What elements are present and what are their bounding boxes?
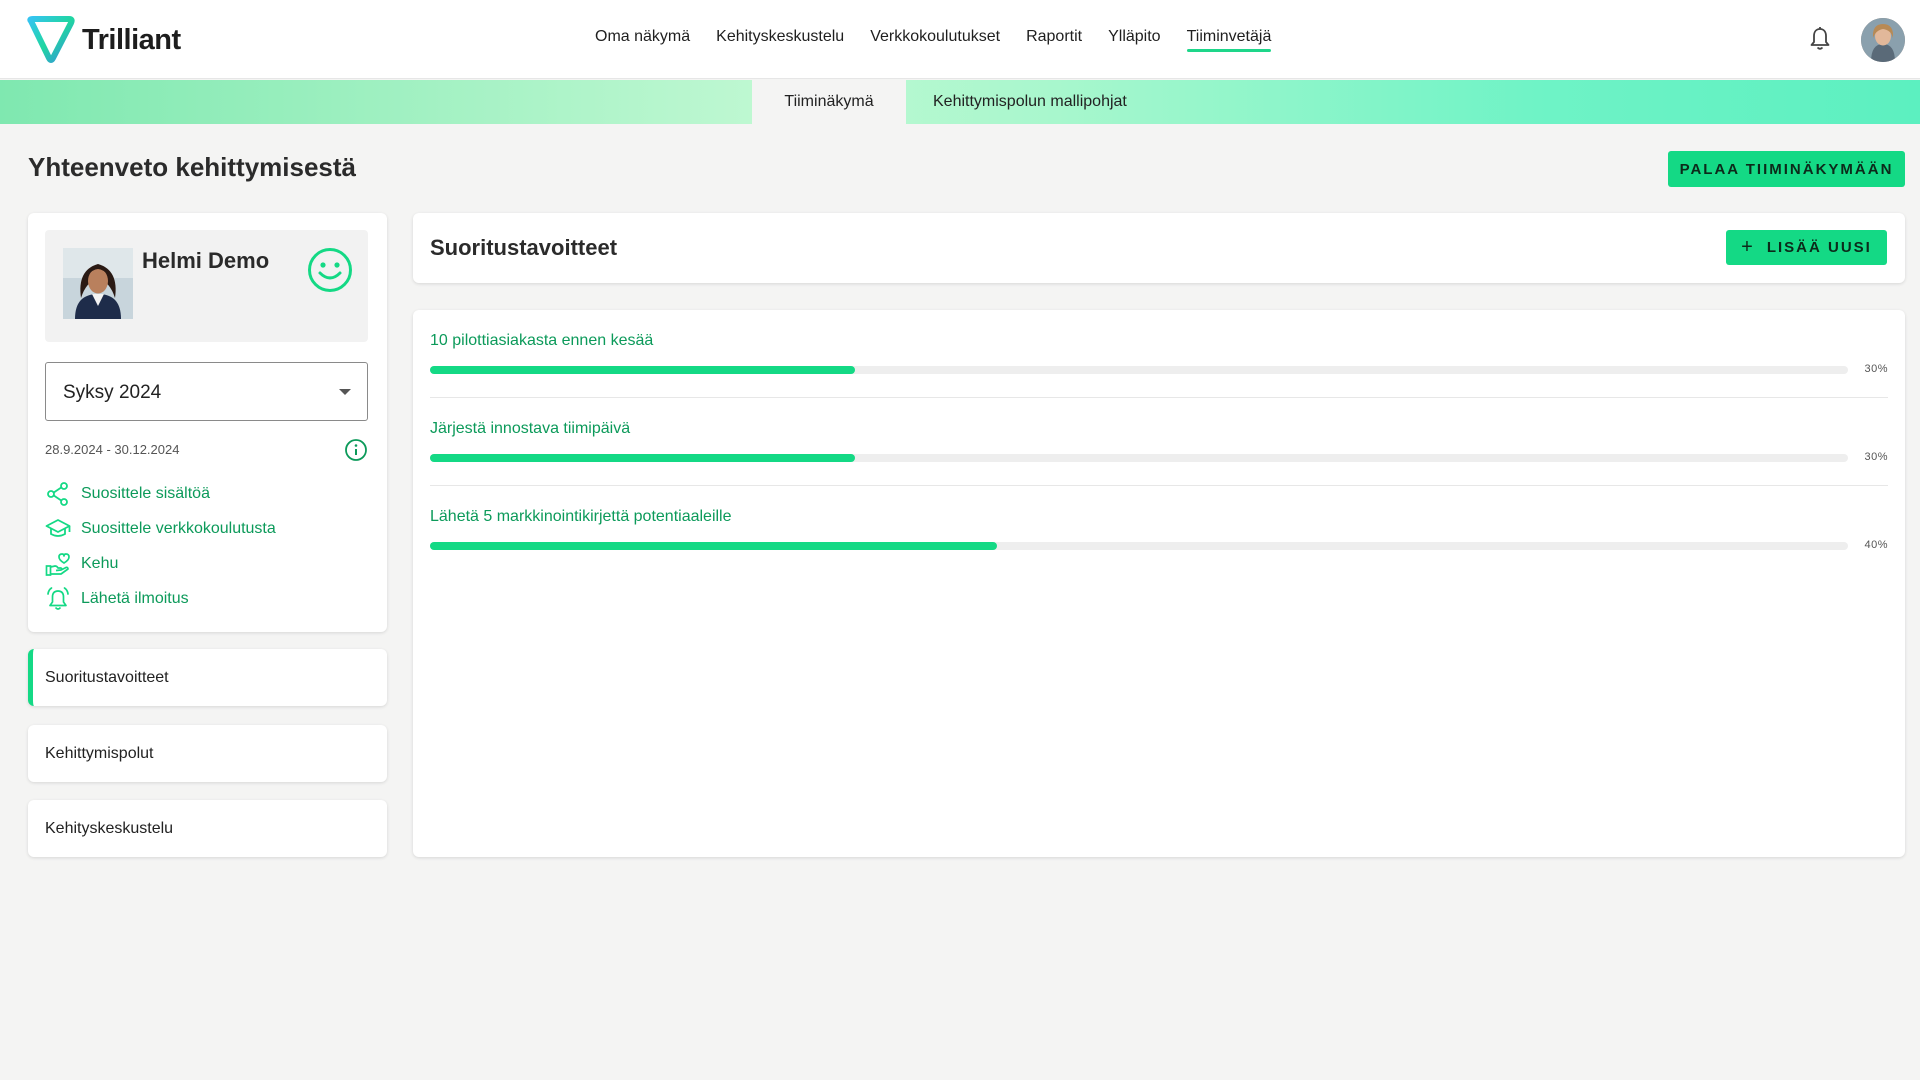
goal-progress-fill — [430, 366, 856, 374]
add-goal-button[interactable]: + LISÄÄ UUSI — [1726, 230, 1887, 265]
trilliant-logo[interactable]: Trilliant — [26, 16, 181, 64]
page-title: Yhteenveto kehittymisestä — [28, 152, 357, 182]
goal-title[interactable]: 10 pilottiasiakasta ennen kesää — [430, 332, 653, 350]
goal-progress-bar — [430, 366, 1848, 374]
send-notification-action[interactable]: Lähetä ilmoitus — [45, 586, 189, 612]
recommend-content-label: Suosittele sisältöä — [81, 485, 210, 502]
smiley-icon — [306, 246, 354, 299]
recommend-course-action[interactable]: Suosittele verkkokoulutusta — [45, 516, 276, 542]
caret-down-icon — [339, 389, 351, 395]
tab-tiiminakyma[interactable]: Tiiminäkymä — [752, 80, 906, 124]
profile-name: Helmi Demo — [142, 248, 270, 273]
profile-photo — [63, 248, 133, 319]
back-to-team-view-button[interactable]: PALAA TIIMINÄKYMÄÄN — [1668, 151, 1905, 187]
goal-progress-bar — [430, 542, 1848, 550]
goal-title[interactable]: Järjestä innostava tiimipäivä — [430, 420, 630, 438]
goals-list: 10 pilottiasiakasta ennen kesää 30% Järj… — [413, 310, 1905, 857]
goals-header-card: Suoritustavoitteet + LISÄÄ UUSI — [413, 213, 1905, 283]
nav-item-oma-nakyma[interactable]: Oma näkymä — [595, 28, 690, 52]
send-notification-label: Lähetä ilmoitus — [81, 590, 189, 607]
goal-progress-fill — [430, 454, 856, 462]
nav-item-yllapito[interactable]: Ylläpito — [1108, 28, 1160, 52]
goal-item: Järjestä innostava tiimipäivä 30% — [430, 398, 1888, 486]
period-select[interactable]: Syksy 2024 — [45, 362, 368, 421]
profile-summary: Helmi Demo — [45, 230, 368, 342]
hand-heart-icon — [45, 553, 70, 576]
praise-action[interactable]: Kehu — [45, 551, 118, 577]
recommend-content-action[interactable]: Suosittele sisältöä — [45, 481, 210, 507]
goal-progress-percent: 30% — [1864, 363, 1888, 375]
goal-item: 10 pilottiasiakasta ennen kesää 30% — [430, 310, 1888, 398]
praise-label: Kehu — [81, 555, 119, 572]
notification-bell-icon[interactable] — [1808, 26, 1832, 57]
goal-title[interactable]: Lähetä 5 markkinointikirjettä potentiaal… — [430, 508, 732, 526]
top-navigation-bar: Trilliant Oma näkymä Kehityskeskustelu V… — [0, 0, 1920, 79]
alarm-bell-icon — [47, 587, 69, 610]
side-menu-item-kehityskeskustelu[interactable]: Kehityskeskustelu — [28, 800, 387, 857]
goal-progress-bar — [430, 454, 1848, 462]
info-icon[interactable] — [344, 438, 368, 467]
nav-item-verkkokoulutukset[interactable]: Verkkokoulutukset — [870, 28, 1000, 52]
nav-item-kehityskeskustelu[interactable]: Kehityskeskustelu — [716, 28, 844, 52]
goal-progress-percent: 40% — [1864, 539, 1888, 551]
goals-section-title: Suoritustavoitteet — [430, 235, 618, 260]
share-icon — [47, 482, 68, 506]
goal-item: Lähetä 5 markkinointikirjettä potentiaal… — [430, 486, 1888, 574]
period-select-value: Syksy 2024 — [63, 382, 162, 403]
add-goal-label: LISÄÄ UUSI — [1766, 239, 1872, 256]
profile-card: Helmi Demo Syksy 2024 28.9.2024 - 30.12.… — [28, 213, 387, 632]
recommend-course-label: Suosittele verkkokoulutusta — [81, 520, 276, 537]
subnav-strip: Tiiminäkymä Kehittymispolun mallipohjat — [0, 80, 1920, 124]
user-avatar[interactable] — [1861, 18, 1905, 62]
graduation-cap-icon — [45, 519, 71, 537]
brand-name: Trilliant — [82, 23, 181, 56]
nav-item-tiiminvetaja[interactable]: Tiiminvetäjä — [1186, 28, 1271, 52]
plus-icon: + — [1741, 236, 1753, 258]
nav-item-raportit[interactable]: Raportit — [1026, 28, 1082, 52]
goal-progress-fill — [430, 542, 998, 550]
main-nav: Oma näkymä Kehityskeskustelu Verkkokoulu… — [595, 28, 1271, 52]
period-date-range: 28.9.2024 - 30.12.2024 — [45, 442, 180, 457]
logo-triangle-icon — [27, 16, 75, 63]
side-menu-item-kehittymispolut[interactable]: Kehittymispolut — [28, 725, 387, 782]
goal-progress-percent: 30% — [1864, 451, 1888, 463]
side-menu-item-suoritustavoitteet[interactable]: Suoritustavoitteet — [28, 649, 387, 706]
tab-kehittymispolun-mallipohjat[interactable]: Kehittymispolun mallipohjat — [933, 80, 1127, 124]
